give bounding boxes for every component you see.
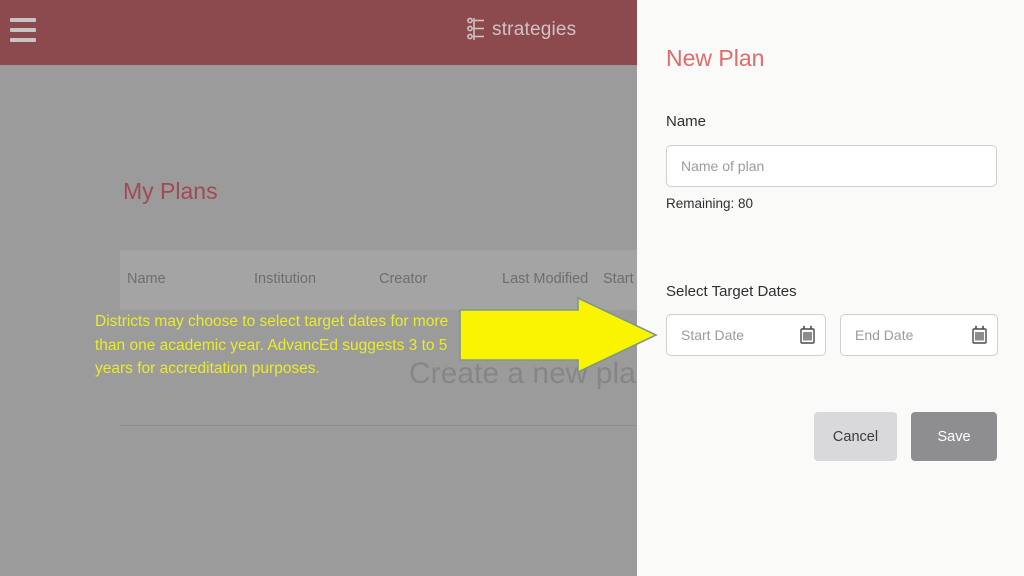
hamburger-menu-icon[interactable] <box>10 18 36 48</box>
save-button[interactable]: Save <box>911 412 997 461</box>
panel-title: New Plan <box>666 45 765 71</box>
column-header-last-modified[interactable]: Last Modified <box>502 271 588 287</box>
page-title: My Plans <box>123 178 218 204</box>
dimmed-app-backdrop: strategies My Plans Name Institution Cre… <box>0 0 637 576</box>
brand-logo[interactable]: strategies <box>466 16 576 42</box>
end-date-field <box>840 314 998 356</box>
table-header-row: Name Institution Creator Last Modified S… <box>120 250 637 310</box>
column-header-creator[interactable]: Creator <box>379 271 427 287</box>
hamburger-bar <box>10 38 36 42</box>
annotation-note-text: Districts may choose to select target da… <box>95 313 449 377</box>
plans-table: Name Institution Creator Last Modified S… <box>120 250 637 310</box>
table-bottom-divider <box>120 425 637 426</box>
hamburger-bar <box>10 28 36 32</box>
calendar-icon[interactable] <box>972 325 987 344</box>
new-plan-panel: New Plan Name Remaining: 80 Select Targe… <box>637 0 1024 576</box>
top-navigation-bar: strategies <box>0 0 637 65</box>
plan-name-input[interactable] <box>666 145 997 187</box>
start-date-field <box>666 314 826 356</box>
name-field-label: Name <box>666 113 707 130</box>
column-header-name[interactable]: Name <box>127 271 166 287</box>
target-dates-label: Select Target Dates <box>666 283 797 300</box>
strategies-logo-icon <box>467 17 484 40</box>
calendar-icon[interactable] <box>800 325 815 344</box>
app-screenshot: strategies My Plans Name Institution Cre… <box>0 0 1024 576</box>
cancel-button[interactable]: Cancel <box>814 412 897 461</box>
brand-name-label: strategies <box>492 18 577 40</box>
column-header-institution[interactable]: Institution <box>254 271 316 287</box>
remaining-characters-label: Remaining: 80 <box>666 196 754 211</box>
hamburger-bar <box>10 18 36 22</box>
column-header-start-date[interactable]: Start D <box>603 271 637 287</box>
